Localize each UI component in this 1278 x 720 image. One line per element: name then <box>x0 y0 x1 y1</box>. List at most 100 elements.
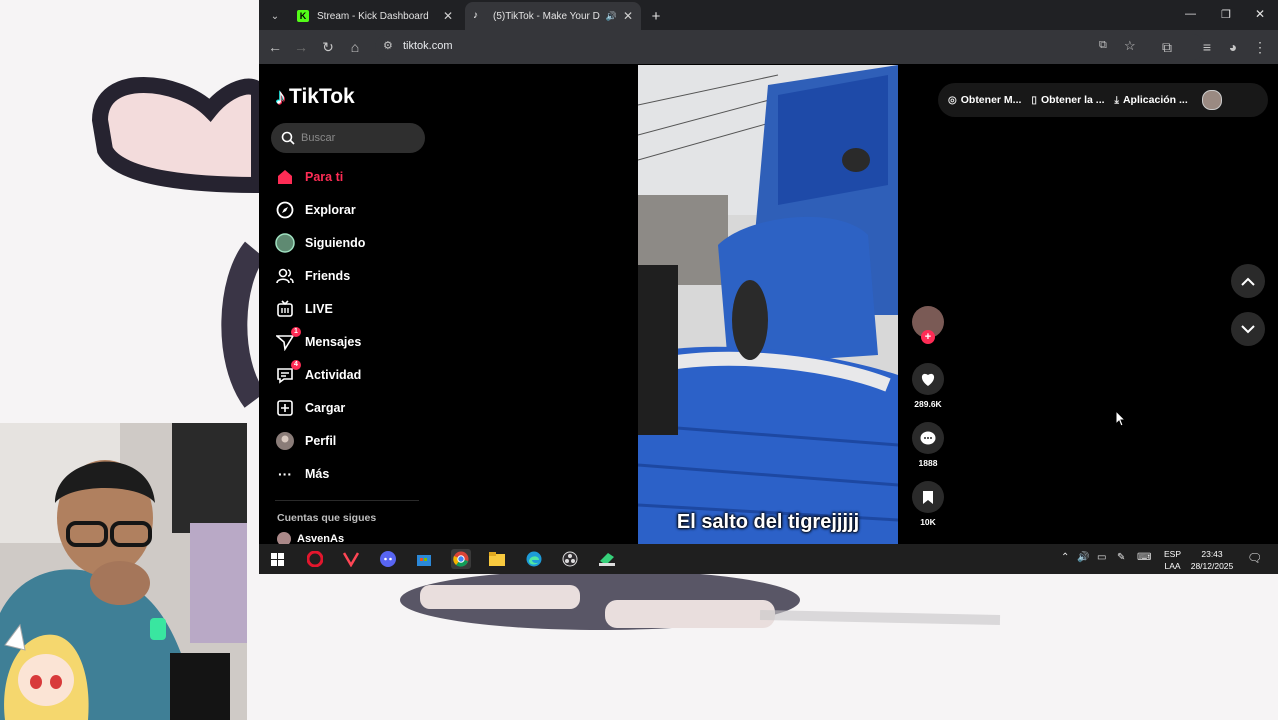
nav-label: Siguiendo <box>305 236 366 250</box>
language-indicator[interactable]: ESP LAA <box>1164 548 1181 572</box>
windows-start-icon[interactable] <box>267 549 287 569</box>
pen-icon[interactable]: ✎ <box>1117 552 1125 563</box>
obs-icon[interactable] <box>560 549 580 569</box>
button-label: Aplicación ... <box>1122 94 1188 106</box>
nav-perfil[interactable]: Perfil <box>275 428 435 454</box>
volume-icon[interactable]: 🔊 <box>1077 552 1089 563</box>
sidebar-divider <box>275 500 419 501</box>
install-app-icon[interactable]: ⧉ <box>1099 39 1107 52</box>
anime-sticker <box>4 623 89 720</box>
top-actions-bar: ◎ Obtener M... ▯ Obtener la ... ⤓ Aplicació… <box>938 83 1268 117</box>
site-info-icon[interactable]: ⚙ <box>383 39 393 52</box>
home-icon <box>275 167 295 187</box>
tab-kick-dashboard[interactable]: K Stream - Kick Dashboard ✕ <box>289 2 461 30</box>
live-icon <box>275 299 295 319</box>
nav-live[interactable]: LIVE <box>275 296 435 322</box>
minimize-icon[interactable]: — <box>1185 8 1196 20</box>
notification-badge: 1 <box>291 327 301 337</box>
nav-label: Mensajes <box>305 335 362 349</box>
previous-video-button[interactable] <box>1231 264 1265 298</box>
tab-tiktok[interactable]: ♪ (5)TikTok - Make Your Day 🔊 ✕ <box>465 2 641 30</box>
avatar <box>1201 90 1222 110</box>
search-input[interactable]: Buscar <box>271 123 425 153</box>
tab-search-button[interactable]: ⌄ <box>265 2 285 30</box>
reload-icon[interactable]: ↻ <box>320 39 336 55</box>
search-icon <box>281 131 295 145</box>
media-controls-icon[interactable]: ≡ <box>1199 39 1215 55</box>
keyboard-icon[interactable]: ⌨ <box>1137 552 1151 563</box>
file-explorer-icon[interactable] <box>487 549 507 569</box>
next-video-button[interactable] <box>1231 312 1265 346</box>
messages-icon: 1 <box>275 327 301 352</box>
save-button[interactable]: 10K <box>909 481 947 527</box>
friends-icon <box>275 266 295 286</box>
extensions-icon[interactable]: ⧉ <box>1159 39 1175 55</box>
notification-badge: 4 <box>291 360 301 370</box>
nav-cargar[interactable]: Cargar <box>275 395 435 421</box>
activity-icon: 4 <box>275 360 301 385</box>
back-icon[interactable]: ← <box>267 39 283 55</box>
forward-icon[interactable]: → <box>293 39 309 55</box>
nav-mensajes[interactable]: 1 Mensajes <box>275 327 435 355</box>
microsoft-store-icon[interactable] <box>414 549 434 569</box>
nav-label: Actividad <box>305 368 362 382</box>
tab-strip: ⌄ K Stream - Kick Dashboard ✕ ♪ (5)TikTo… <box>259 0 1278 30</box>
home-icon[interactable]: ⌂ <box>347 39 363 55</box>
save-count: 10K <box>920 517 936 527</box>
nav-mas[interactable]: ··· Más <box>275 461 435 487</box>
chevron-down-icon <box>1241 324 1255 333</box>
creator-avatar[interactable]: + <box>909 306 947 344</box>
chevron-down-icon: ⌄ <box>270 10 280 22</box>
nav-label: LIVE <box>305 302 333 316</box>
tiktok-logo[interactable]: ♪ TikTok <box>275 82 355 112</box>
chevron-up-icon[interactable]: ⌃ <box>1061 552 1069 563</box>
more-icon: ··· <box>278 466 292 482</box>
nav-para-ti[interactable]: Para ti <box>275 164 435 190</box>
restore-icon[interactable]: ❐ <box>1221 8 1231 21</box>
speaker-icon[interactable]: 🔊 <box>606 11 617 22</box>
valorant-icon[interactable] <box>341 549 361 569</box>
network-icon[interactable]: ▭ <box>1097 552 1106 563</box>
profile-menu-button[interactable] <box>1201 90 1222 110</box>
following-avatar-icon <box>275 233 295 253</box>
close-tab-icon[interactable]: ✕ <box>443 9 453 23</box>
download-icon: ⤓ <box>1114 94 1119 106</box>
upload-icon <box>275 398 295 418</box>
streaming-app-icon[interactable] <box>597 549 617 569</box>
coin-icon: ◎ <box>948 94 957 106</box>
like-button[interactable]: 289.6K <box>909 363 947 409</box>
nav-actividad[interactable]: 4 Actividad <box>275 360 435 388</box>
edge-icon[interactable] <box>524 549 544 569</box>
discord-icon[interactable] <box>378 549 398 569</box>
bookmark-star-icon[interactable]: ☆ <box>1124 38 1136 54</box>
close-tab-icon[interactable]: ✕ <box>623 9 633 23</box>
nav-siguiendo[interactable]: Siguiendo <box>275 230 435 256</box>
nav-friends[interactable]: Friends <box>275 263 435 289</box>
new-tab-button[interactable]: + <box>645 2 667 30</box>
logo-text: TikTok <box>289 85 355 108</box>
close-window-icon[interactable]: ✕ <box>1255 7 1265 21</box>
notifications-icon[interactable]: 🗨 <box>1247 551 1262 565</box>
nav-label: Para ti <box>305 170 344 184</box>
tab-title: Stream - Kick Dashboard <box>317 10 429 22</box>
language-code: ESP <box>1164 549 1182 559</box>
windows-taskbar: ⌃ 🔊 ▭ ✎ ⌨ ESP LAA 23:43 28/12/2025 🗨 <box>259 544 1278 574</box>
nav-label: Cargar <box>305 401 346 415</box>
heart-icon <box>912 363 944 395</box>
avatar: + <box>912 306 944 344</box>
get-app-button[interactable]: ▯ Obtener la ... <box>1031 94 1104 106</box>
follow-plus-icon[interactable]: + <box>921 330 935 344</box>
menu-icon[interactable]: ⋮ <box>1252 39 1268 55</box>
video-player[interactable]: El salto del tigrejjjjj <box>638 65 898 544</box>
button-label: Obtener M... <box>960 94 1022 106</box>
chrome-icon[interactable] <box>451 549 471 569</box>
profile-icon[interactable]: ◕ <box>1225 39 1241 55</box>
comment-button[interactable]: 1888 <box>909 422 947 468</box>
desktop-app-button[interactable]: ⤓ Aplicación ... <box>1115 94 1188 106</box>
get-coins-button[interactable]: ◎ Obtener M... <box>948 94 1021 106</box>
tiktok-icon: ♪ <box>473 10 478 21</box>
nav-explorar[interactable]: Explorar <box>275 197 435 223</box>
system-clock[interactable]: 23:43 28/12/2025 <box>1187 548 1237 572</box>
opera-icon[interactable] <box>305 549 325 569</box>
address-bar[interactable]: ⚙ tiktok.com ⧉ ☆ <box>375 34 1205 60</box>
